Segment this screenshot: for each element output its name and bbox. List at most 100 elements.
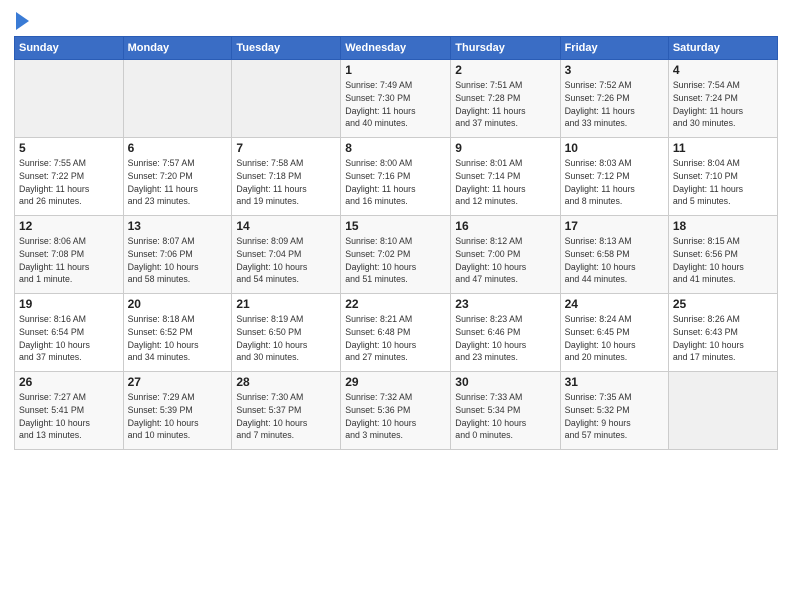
calendar-table: SundayMondayTuesdayWednesdayThursdayFrid… (14, 36, 778, 450)
day-number: 31 (565, 375, 664, 389)
day-info: Sunrise: 8:18 AM Sunset: 6:52 PM Dayligh… (128, 313, 228, 364)
day-cell: 5 Sunrise: 7:55 AM Sunset: 7:22 PM Daylig… (15, 138, 124, 216)
day-info: Sunrise: 7:27 AM Sunset: 5:41 PM Dayligh… (19, 391, 119, 442)
day-cell: 26 Sunrise: 7:27 AM Sunset: 5:41 PM Dayli… (15, 372, 124, 450)
day-number: 4 (673, 63, 773, 77)
day-number: 16 (455, 219, 555, 233)
day-number: 18 (673, 219, 773, 233)
day-cell: 19Sunrise: 8:16 AM Sunset: 6:54 PM Dayli… (15, 294, 124, 372)
day-number: 3 (565, 63, 664, 77)
week-row-2: 5 Sunrise: 7:55 AM Sunset: 7:22 PM Daylig… (15, 138, 778, 216)
day-cell: 23 Sunrise: 8:23 AM Sunset: 6:46 PM Dayli… (451, 294, 560, 372)
day-info: Sunrise: 7:33 AM Sunset: 5:34 PM Dayligh… (455, 391, 555, 442)
calendar-page: SundayMondayTuesdayWednesdayThursdayFrid… (0, 0, 792, 612)
day-info: Sunrise: 7:55 AM Sunset: 7:22 PM Dayligh… (19, 157, 119, 208)
day-cell: 2Sunrise: 7:51 AM Sunset: 7:28 PM Daylig… (451, 60, 560, 138)
day-cell: 31Sunrise: 7:35 AM Sunset: 5:32 PM Dayli… (560, 372, 668, 450)
day-info: Sunrise: 8:13 AM Sunset: 6:58 PM Dayligh… (565, 235, 664, 286)
day-cell (15, 60, 124, 138)
day-cell: 13Sunrise: 8:07 AM Sunset: 7:06 PM Dayli… (123, 216, 232, 294)
day-number: 21 (236, 297, 336, 311)
day-cell (232, 60, 341, 138)
day-cell: 4 Sunrise: 7:54 AM Sunset: 7:24 PM Daylig… (668, 60, 777, 138)
day-info: Sunrise: 8:03 AM Sunset: 7:12 PM Dayligh… (565, 157, 664, 208)
day-cell: 10 Sunrise: 8:03 AM Sunset: 7:12 PM Dayli… (560, 138, 668, 216)
day-number: 11 (673, 141, 773, 155)
day-number: 12 (19, 219, 119, 233)
day-number: 9 (455, 141, 555, 155)
day-cell: 15 Sunrise: 8:10 AM Sunset: 7:02 PM Dayli… (341, 216, 451, 294)
day-number: 25 (673, 297, 773, 311)
day-cell: 9 Sunrise: 8:01 AM Sunset: 7:14 PM Daylig… (451, 138, 560, 216)
weekday-header-sunday: Sunday (15, 37, 124, 60)
day-number: 6 (128, 141, 228, 155)
day-number: 14 (236, 219, 336, 233)
weekday-header-wednesday: Wednesday (341, 37, 451, 60)
logo (14, 14, 29, 30)
day-info: Sunrise: 7:54 AM Sunset: 7:24 PM Dayligh… (673, 79, 773, 130)
day-number: 1 (345, 63, 446, 77)
day-number: 7 (236, 141, 336, 155)
day-info: Sunrise: 7:32 AM Sunset: 5:36 PM Dayligh… (345, 391, 446, 442)
day-number: 20 (128, 297, 228, 311)
day-number: 27 (128, 375, 228, 389)
day-cell: 18 Sunrise: 8:15 AM Sunset: 6:56 PM Dayli… (668, 216, 777, 294)
day-number: 10 (565, 141, 664, 155)
day-number: 17 (565, 219, 664, 233)
day-cell (123, 60, 232, 138)
day-number: 29 (345, 375, 446, 389)
day-info: Sunrise: 7:58 AM Sunset: 7:18 PM Dayligh… (236, 157, 336, 208)
day-info: Sunrise: 8:10 AM Sunset: 7:02 PM Dayligh… (345, 235, 446, 286)
week-row-1: 1 Sunrise: 7:49 AM Sunset: 7:30 PM Daylig… (15, 60, 778, 138)
day-cell: 25Sunrise: 8:26 AM Sunset: 6:43 PM Dayli… (668, 294, 777, 372)
day-info: Sunrise: 8:19 AM Sunset: 6:50 PM Dayligh… (236, 313, 336, 364)
day-cell: 12Sunrise: 8:06 AM Sunset: 7:08 PM Dayli… (15, 216, 124, 294)
day-info: Sunrise: 7:30 AM Sunset: 5:37 PM Dayligh… (236, 391, 336, 442)
day-info: Sunrise: 7:49 AM Sunset: 7:30 PM Dayligh… (345, 79, 446, 130)
header (14, 10, 778, 30)
day-number: 26 (19, 375, 119, 389)
day-info: Sunrise: 7:29 AM Sunset: 5:39 PM Dayligh… (128, 391, 228, 442)
weekday-header-friday: Friday (560, 37, 668, 60)
weekday-header-tuesday: Tuesday (232, 37, 341, 60)
weekday-header-thursday: Thursday (451, 37, 560, 60)
day-number: 5 (19, 141, 119, 155)
day-info: Sunrise: 8:23 AM Sunset: 6:46 PM Dayligh… (455, 313, 555, 364)
day-info: Sunrise: 8:04 AM Sunset: 7:10 PM Dayligh… (673, 157, 773, 208)
day-cell: 21 Sunrise: 8:19 AM Sunset: 6:50 PM Dayli… (232, 294, 341, 372)
day-cell: 27 Sunrise: 7:29 AM Sunset: 5:39 PM Dayli… (123, 372, 232, 450)
day-cell: 3 Sunrise: 7:52 AM Sunset: 7:26 PM Daylig… (560, 60, 668, 138)
day-number: 19 (19, 297, 119, 311)
week-row-3: 12Sunrise: 8:06 AM Sunset: 7:08 PM Dayli… (15, 216, 778, 294)
weekday-header-row: SundayMondayTuesdayWednesdayThursdayFrid… (15, 37, 778, 60)
weekday-header-saturday: Saturday (668, 37, 777, 60)
day-number: 8 (345, 141, 446, 155)
day-info: Sunrise: 8:21 AM Sunset: 6:48 PM Dayligh… (345, 313, 446, 364)
day-number: 15 (345, 219, 446, 233)
day-number: 30 (455, 375, 555, 389)
day-cell: 6 Sunrise: 7:57 AM Sunset: 7:20 PM Daylig… (123, 138, 232, 216)
day-cell: 22 Sunrise: 8:21 AM Sunset: 6:48 PM Dayli… (341, 294, 451, 372)
day-info: Sunrise: 8:01 AM Sunset: 7:14 PM Dayligh… (455, 157, 555, 208)
day-cell (668, 372, 777, 450)
day-number: 23 (455, 297, 555, 311)
week-row-4: 19Sunrise: 8:16 AM Sunset: 6:54 PM Dayli… (15, 294, 778, 372)
weekday-header-monday: Monday (123, 37, 232, 60)
day-info: Sunrise: 8:09 AM Sunset: 7:04 PM Dayligh… (236, 235, 336, 286)
day-number: 22 (345, 297, 446, 311)
day-info: Sunrise: 7:52 AM Sunset: 7:26 PM Dayligh… (565, 79, 664, 130)
day-info: Sunrise: 7:57 AM Sunset: 7:20 PM Dayligh… (128, 157, 228, 208)
day-cell: 20 Sunrise: 8:18 AM Sunset: 6:52 PM Dayli… (123, 294, 232, 372)
day-cell: 8 Sunrise: 8:00 AM Sunset: 7:16 PM Daylig… (341, 138, 451, 216)
day-info: Sunrise: 8:00 AM Sunset: 7:16 PM Dayligh… (345, 157, 446, 208)
day-cell: 1 Sunrise: 7:49 AM Sunset: 7:30 PM Daylig… (341, 60, 451, 138)
day-info: Sunrise: 8:15 AM Sunset: 6:56 PM Dayligh… (673, 235, 773, 286)
day-cell: 17 Sunrise: 8:13 AM Sunset: 6:58 PM Dayli… (560, 216, 668, 294)
day-number: 13 (128, 219, 228, 233)
day-number: 28 (236, 375, 336, 389)
logo-arrow-icon (16, 12, 29, 30)
day-cell: 11 Sunrise: 8:04 AM Sunset: 7:10 PM Dayli… (668, 138, 777, 216)
day-number: 2 (455, 63, 555, 77)
day-info: Sunrise: 8:24 AM Sunset: 6:45 PM Dayligh… (565, 313, 664, 364)
day-cell: 16Sunrise: 8:12 AM Sunset: 7:00 PM Dayli… (451, 216, 560, 294)
